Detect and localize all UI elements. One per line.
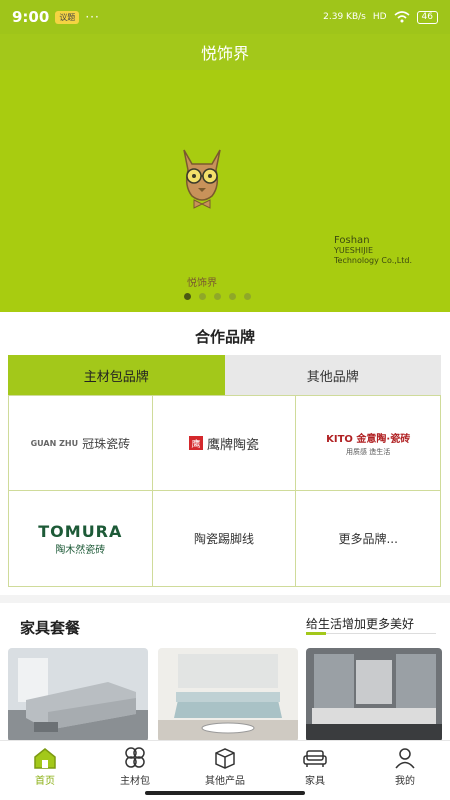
nav-main-materials-label: 主材包	[120, 776, 150, 787]
tab-main-material-brands[interactable]: 主材包品牌	[8, 355, 225, 395]
sofa-photo	[8, 648, 148, 742]
nav-home-label: 首页	[35, 776, 55, 787]
interior-photo	[306, 648, 442, 742]
status-bar: 9:00 议题 ··· 2.39 KB/s HD 46	[0, 0, 450, 34]
owl-logo-icon	[183, 149, 221, 209]
net-speed: 2.39 KB/s	[323, 12, 366, 22]
nav-profile-label: 我的	[395, 776, 415, 787]
brand-cell-guanzhu[interactable]: GUAN ZHU 冠珠瓷砖	[9, 396, 153, 491]
yingpai-logo: 鹰 鹰牌陶瓷	[188, 434, 259, 453]
guanzhu-mark: GUAN ZHU	[30, 438, 79, 448]
promo-banner[interactable]: 悦饰界 Foshan YUESHIJIE Technology Co.,Ltd.	[0, 70, 450, 312]
company-city: Foshan	[334, 235, 370, 246]
furniture-section-title: 家具套餐	[20, 619, 81, 637]
carousel-dot[interactable]	[184, 293, 191, 300]
brand-logo	[172, 142, 232, 222]
company-info: Foshan YUESHIJIE Technology Co.,Ltd.	[334, 236, 412, 266]
brand-cell-tomura[interactable]: TOMURA 陶木然瓷砖	[9, 491, 153, 586]
guanzhu-name: 冠珠瓷砖	[82, 436, 131, 451]
carousel-dot[interactable]	[214, 293, 221, 300]
tab-other-brands[interactable]: 其他品牌	[224, 355, 441, 395]
tomura-logo: TOMURA 陶木然瓷砖	[38, 522, 122, 556]
brand-cell-kito[interactable]: KITO 金意陶·瓷砖 用质感 造生活	[296, 396, 440, 491]
battery-indicator: 46	[416, 10, 438, 24]
app-title-bar: 悦饰界	[0, 34, 450, 70]
nav-home[interactable]: 首页	[0, 741, 90, 800]
box-icon	[215, 748, 235, 769]
guanzhu-logo: GUAN ZHU 冠珠瓷砖	[31, 435, 131, 452]
wifi-icon	[394, 11, 410, 23]
slogan-accent	[306, 632, 326, 635]
kito-logo: KITO 金意陶·瓷砖 用质感 造生活	[326, 430, 410, 457]
carousel-dots[interactable]	[184, 293, 251, 300]
status-pill: 议题	[55, 10, 80, 24]
brands-section-title: 合作品牌	[194, 328, 255, 346]
nav-other-products-label: 其他产品	[205, 776, 245, 787]
carousel-dot[interactable]	[229, 293, 236, 300]
furniture-slogan: 给生活增加更多美好	[306, 617, 415, 631]
more-brands-label: 更多品牌...	[338, 532, 398, 546]
status-icons: 2.39 KB/s HD 46	[323, 10, 438, 24]
tomura-name: TOMURA	[38, 521, 123, 541]
nav-profile[interactable]: 我的	[360, 741, 450, 800]
slogan-underline	[326, 633, 436, 634]
brand-cell-yingpai[interactable]: 鹰 鹰牌陶瓷	[152, 396, 297, 491]
hd-signal: HD	[372, 12, 387, 22]
company-suffix: Technology Co.,Ltd.	[334, 256, 412, 265]
company-name: YUESHIJIE	[334, 246, 374, 255]
clover-icon	[125, 747, 145, 768]
living-room-photo	[158, 648, 298, 742]
home-icon	[34, 748, 56, 769]
brand-tabs: 主材包品牌 其他品牌	[8, 355, 441, 395]
brand-grid: GUAN ZHU 冠珠瓷砖 鹰 鹰牌陶瓷 KITO 金意陶·瓷砖 用质感 造生活…	[8, 395, 441, 587]
furniture-card[interactable]	[8, 648, 148, 742]
brand-cell-more[interactable]: 更多品牌...	[296, 491, 440, 586]
sofa-icon	[303, 750, 327, 767]
brand-cell-skirting[interactable]: 陶瓷踢脚线	[153, 491, 297, 586]
home-indicator[interactable]	[145, 791, 305, 795]
furniture-card[interactable]	[158, 648, 298, 742]
nav-furniture-label: 家具	[305, 776, 325, 787]
section-divider	[0, 595, 450, 603]
yingpai-mark: 鹰	[188, 436, 203, 450]
status-time: 9:00	[12, 8, 50, 26]
carousel-dot[interactable]	[199, 293, 206, 300]
page-title: 悦饰界	[200, 44, 249, 63]
user-icon	[395, 748, 415, 769]
kito-name: KITO 金意陶·瓷砖	[326, 433, 411, 445]
yingpai-name: 鹰牌陶瓷	[206, 437, 259, 453]
tomura-sub: 陶木然瓷砖	[55, 544, 106, 556]
more-dots-icon: ···	[85, 10, 100, 24]
furniture-card[interactable]	[306, 648, 442, 742]
skirting-label: 陶瓷踢脚线	[193, 532, 254, 546]
logo-text: 悦饰界	[187, 278, 217, 289]
carousel-dot[interactable]	[244, 293, 251, 300]
kito-slogan: 用质感 造生活	[346, 447, 391, 456]
